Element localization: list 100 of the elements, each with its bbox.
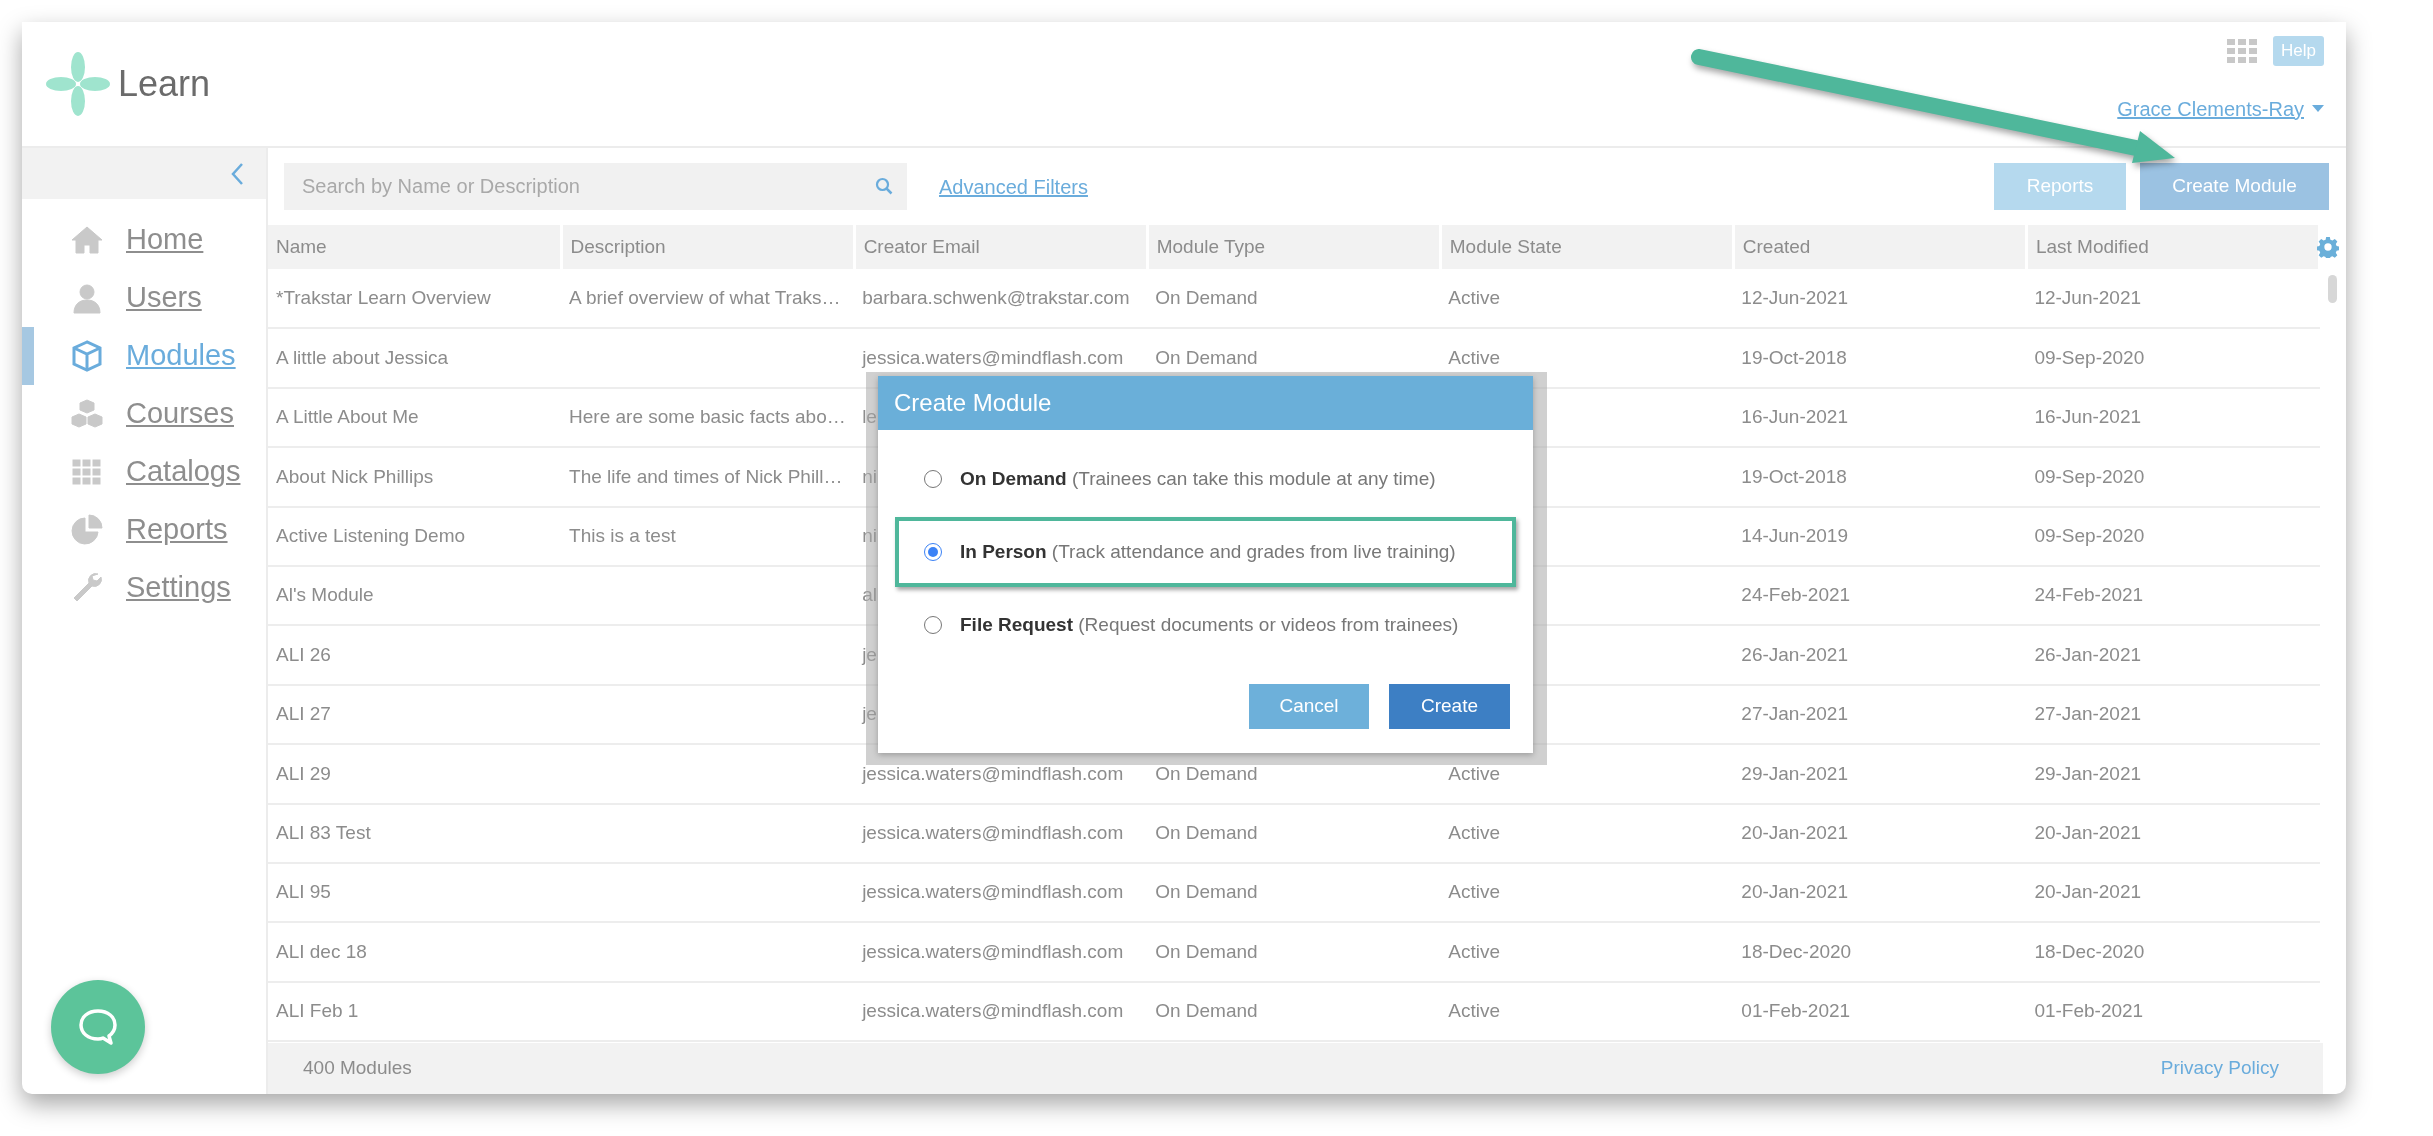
table-cell: je (862, 703, 877, 725)
table-cell: ni (862, 465, 877, 487)
table-cell: Active (1448, 821, 1500, 843)
table-cell: ALI 27 (276, 703, 331, 725)
table-cell: je (862, 643, 877, 665)
table-cell: 29-Jan-2021 (2034, 762, 2142, 784)
table-cell: A Little About Me (276, 406, 419, 428)
table-cell: ALI 26 (276, 643, 331, 665)
column-header[interactable]: Last Modified (2026, 225, 2320, 269)
column-header[interactable]: Name (268, 225, 562, 269)
table-cell: On Demand (1155, 346, 1258, 368)
settings-icon[interactable] (2317, 236, 2339, 258)
table-cell: Here are some basic facts abo… (569, 406, 846, 428)
table-cell: Active (1448, 940, 1500, 962)
table-cell: 16-Jun-2021 (1741, 406, 1848, 428)
table-cell: 12-Jun-2021 (1741, 286, 1848, 308)
logo-text: Learn (118, 62, 211, 106)
nav-item[interactable]: Users (22, 269, 266, 327)
option-label[interactable]: In Person (Track attendance and grades from live training) (960, 537, 1456, 567)
table-cell: 27-Jan-2021 (2034, 703, 2142, 725)
nav-item[interactable]: Settings (22, 559, 266, 617)
table-cell: jessica.waters@mindflash.com (862, 881, 1124, 903)
privacy-policy-link[interactable]: Privacy Policy (2160, 1054, 2279, 1083)
caret-icon[interactable] (2312, 104, 2324, 113)
table-cell: A brief overview of what Traks… (569, 286, 841, 308)
option-label[interactable]: On Demand (Trainees can take this module at any time) (960, 464, 1436, 494)
table-cell: al (862, 584, 877, 606)
create-module-button[interactable]: Create Module (2140, 163, 2329, 210)
nav-item[interactable]: Catalogs (22, 443, 266, 501)
chat-icon (78, 1008, 118, 1046)
table-cell: 19-Oct-2018 (1741, 465, 1847, 487)
apps-grid-icon[interactable] (2227, 38, 2258, 63)
table-cell: 09-Sep-2020 (2034, 525, 2145, 546)
table-cell: On Demand (1155, 881, 1258, 903)
table-cell: ALI 29 (276, 762, 331, 784)
table-cell: On Demand (1155, 1000, 1258, 1022)
table-cell: On Demand (1155, 762, 1258, 784)
table-cell: jessica.waters@mindflash.com (862, 346, 1124, 368)
nav-item[interactable]: Home (22, 211, 266, 269)
table-cell: 20-Jan-2021 (2034, 881, 2142, 903)
table-cell: Al's Module (276, 584, 374, 606)
table-cell: ALI 83 Test (276, 821, 371, 843)
advanced-filters-link[interactable]: Advanced Filters (939, 171, 1088, 202)
table-cell: jessica.waters@mindflash.com (862, 762, 1124, 784)
table-cell: The life and times of Nick Phill… (569, 465, 843, 487)
table-cell: barbara.schwenk@trakstar.com (862, 286, 1130, 308)
option-label[interactable]: File Request (Request documents or videos from trainees) (960, 610, 1459, 640)
table-cell: 09-Sep-2020 (2034, 465, 2145, 487)
table-cell: ALI dec 18 (276, 940, 367, 962)
table-cell: 29-Jan-2021 (1741, 762, 1848, 784)
search-field[interactable]: Search by Name or Description (284, 163, 907, 210)
chevron-left-icon[interactable] (230, 161, 244, 186)
table-cell: jessica.waters@mindflash.com (862, 821, 1124, 843)
table-cell: ALI Feb 1 (276, 1000, 359, 1022)
radio-button[interactable] (924, 543, 942, 561)
table-cell: jessica.waters@mindflash.com (862, 940, 1124, 962)
module-count: 400 Modules (303, 1056, 412, 1081)
cancel-button[interactable]: Cancel (1249, 684, 1369, 729)
column-header[interactable]: Creator Email (854, 225, 1148, 269)
table-cell: 12-Jun-2021 (2034, 286, 2142, 308)
table-cell: Active Listening Demo (276, 525, 466, 546)
table-cell: 24-Feb-2021 (2034, 584, 2144, 606)
table-cell: 14-Jun-2019 (1741, 525, 1848, 546)
table-cell: A little about Jessica (276, 346, 449, 368)
table-cell: Active (1448, 762, 1500, 784)
table-cell: Active (1448, 346, 1500, 368)
table-cell: Active (1448, 1000, 1500, 1022)
scrollbar-thumb[interactable] (2328, 275, 2337, 303)
nav-item[interactable]: Courses (22, 385, 266, 443)
search-icon[interactable] (875, 177, 893, 195)
table-cell: jessica.waters@mindflash.com (862, 1000, 1124, 1022)
table-cell: 09-Sep-2020 (2034, 346, 2145, 368)
table-cell: 20-Jan-2021 (1741, 821, 1848, 843)
column-header[interactable]: Module State (1440, 225, 1734, 269)
nav-item[interactable]: Modules (22, 327, 266, 385)
table-cell: 20-Jan-2021 (2034, 821, 2142, 843)
user-name-link[interactable]: Grace Clements-Ray (2117, 93, 2304, 124)
table-cell: 18-Dec-2020 (2034, 940, 2145, 962)
table-cell: 16-Jun-2021 (2034, 406, 2142, 428)
logo-icon (46, 52, 110, 116)
table-cell: 27-Jan-2021 (1741, 703, 1848, 725)
table-cell: On Demand (1155, 821, 1258, 843)
table-cell: About Nick Phillips (276, 465, 434, 487)
table-cell: Active (1448, 286, 1500, 308)
table-cell: 26-Jan-2021 (1741, 643, 1848, 665)
nav-item[interactable]: Reports (22, 501, 266, 559)
column-header[interactable]: Description (561, 225, 855, 269)
user-icon (70, 281, 104, 315)
table-cell: ni (862, 525, 877, 546)
column-header[interactable]: Created (1733, 225, 2027, 269)
create-button[interactable]: Create (1389, 684, 1510, 729)
radio-button[interactable] (924, 470, 942, 488)
dialog-title: Create Module (878, 376, 1533, 430)
table-cell: 18-Dec-2020 (1741, 940, 1852, 962)
cube-icon (70, 339, 104, 373)
table-cell: le (862, 406, 877, 428)
column-header[interactable]: Module Type (1147, 225, 1441, 269)
table-cell: 26-Jan-2021 (2034, 643, 2142, 665)
radio-button[interactable] (924, 616, 942, 634)
table-cell: This is a test (569, 525, 676, 546)
